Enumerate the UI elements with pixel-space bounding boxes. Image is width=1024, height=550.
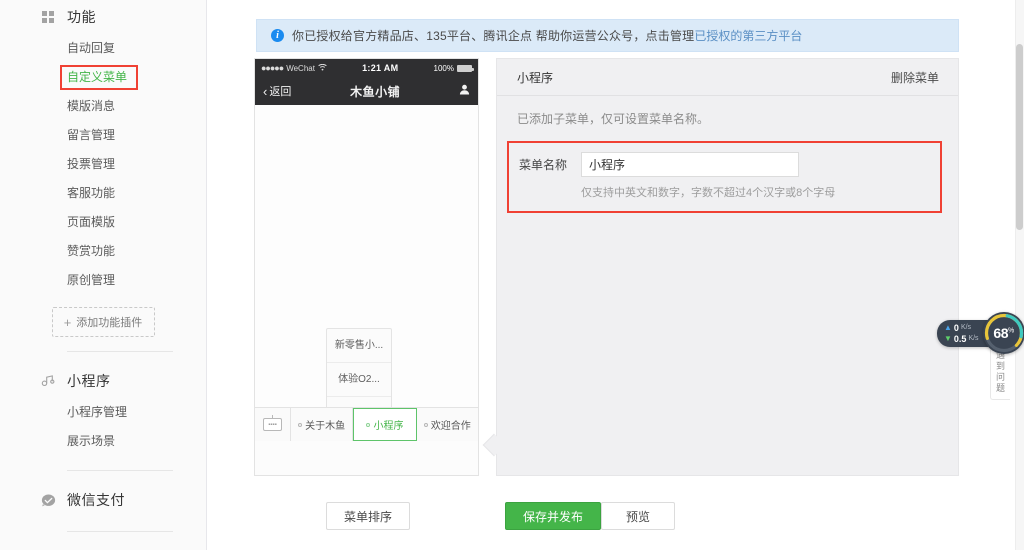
sidebar-item-reward[interactable]: 赞赏功能 bbox=[0, 237, 206, 266]
sort-menu-button[interactable]: 菜单排序 bbox=[326, 502, 411, 530]
menu-name-row: 菜单名称 bbox=[519, 152, 930, 177]
sidebar-item-original-management[interactable]: 原创管理 bbox=[0, 266, 206, 295]
sidebar-item-vote-management[interactable]: 投票管理 bbox=[0, 150, 206, 179]
plus-icon: + bbox=[63, 314, 72, 330]
phone-menu-label: 小程序 bbox=[373, 421, 404, 432]
sidebar-item-page-template[interactable]: 页面模版 bbox=[0, 208, 206, 237]
sidebar-group-label: 功能 bbox=[67, 9, 96, 25]
phone-menu-item-miniprogram[interactable]: 小程序 bbox=[353, 408, 417, 441]
status-time: 1:21 AM bbox=[362, 63, 399, 73]
sidebar-item-template-message[interactable]: 模版消息 bbox=[0, 92, 206, 121]
menu-dot-icon bbox=[366, 422, 371, 427]
submenu-item-2[interactable]: 体验O2... bbox=[327, 363, 391, 397]
menu-name-field-highlight: 菜单名称 仅支持中英文和数字，字数不超过4个汉字或8个字母 bbox=[507, 141, 942, 213]
contact-icon[interactable] bbox=[459, 84, 470, 98]
arrow-down-icon: ▼ bbox=[944, 334, 952, 343]
phone-menu-label: 关于木鱼 bbox=[305, 421, 346, 432]
sidebar-group-miniprogram: 小程序 小程序管理 展示场景 bbox=[0, 364, 206, 456]
cpu-usage-ring[interactable]: 68% bbox=[982, 312, 1024, 354]
panel-notch bbox=[482, 433, 506, 457]
submenu-item-1[interactable]: 新零售小... bbox=[327, 329, 391, 363]
wifi-icon bbox=[318, 63, 327, 73]
sidebar-divider-1 bbox=[67, 351, 173, 352]
grid-icon bbox=[40, 9, 56, 25]
page-scrollbar-thumb[interactable] bbox=[1016, 44, 1023, 230]
keyboard-keys: ▪▪▪▪ bbox=[268, 421, 277, 428]
network-speed-widget[interactable]: ▲ 0 K/s ▼ 0.5 K/s 68% bbox=[937, 312, 1024, 354]
phone-nav-bar: ‹ 返回 木鱼小铺 bbox=[255, 77, 478, 105]
menu-name-label: 菜单名称 bbox=[519, 158, 568, 172]
download-unit: K/s bbox=[968, 335, 979, 342]
phone-menu-item-about[interactable]: 关于木鱼 bbox=[291, 408, 354, 441]
sidebar-divider-3 bbox=[67, 531, 173, 532]
phone-status-bar: ●●●●● WeChat 1:21 AM 100% bbox=[255, 59, 478, 77]
status-left: ●●●●● WeChat bbox=[261, 63, 327, 73]
phone-preview: ●●●●● WeChat 1:21 AM 100% ‹ 返回 木鱼小铺 新零售小… bbox=[254, 58, 479, 476]
panel-title: 小程序 bbox=[517, 70, 554, 85]
download-value: 0.5 bbox=[953, 333, 967, 344]
add-plugin-label: 添加功能插件 bbox=[76, 317, 143, 329]
panel-hint: 已添加子菜单，仅可设置菜单名称。 bbox=[517, 112, 710, 126]
sidebar-item-miniprogram-management[interactable]: 小程序管理 bbox=[0, 398, 206, 427]
phone-body: 新零售小... 体验O2... + ▪▪▪▪ 关于木鱼 bbox=[255, 105, 478, 441]
feedback-char-2: 到 bbox=[995, 361, 1005, 371]
menu-dot-icon bbox=[298, 422, 303, 427]
keyboard-toggle[interactable]: ▪▪▪▪ bbox=[255, 408, 291, 441]
save-and-publish-button[interactable]: 保存并发布 bbox=[505, 502, 602, 530]
phone-menu-bar: ▪▪▪▪ 关于木鱼 小程序 欢迎合作 bbox=[255, 407, 478, 441]
phone-title: 木鱼小铺 bbox=[350, 84, 401, 99]
miniprogram-icon bbox=[40, 373, 56, 389]
preview-button[interactable]: 预览 bbox=[601, 502, 675, 530]
sidebar-item-auto-reply[interactable]: 自动回复 bbox=[0, 34, 206, 63]
battery-icon bbox=[456, 64, 474, 72]
sidebar-divider-2 bbox=[67, 470, 173, 471]
arrow-up-icon: ▲ bbox=[944, 323, 952, 332]
signal-dots-icon: ●●●●● bbox=[261, 63, 284, 73]
upload-speed-row: ▲ 0 K/s bbox=[944, 323, 979, 333]
phone-menu-item-cooperation[interactable]: 欢迎合作 bbox=[417, 408, 478, 441]
upload-value: 0 bbox=[953, 322, 959, 333]
sidebar-item-custom-menu[interactable]: 自定义菜单 bbox=[0, 63, 206, 92]
menu-dot-icon bbox=[423, 422, 428, 427]
sidebar-group-label: 小程序 bbox=[67, 373, 111, 389]
panel-header: 小程序 删除菜单 bbox=[497, 59, 958, 96]
upload-unit: K/s bbox=[960, 324, 972, 331]
sidebar-item-display-scenarios[interactable]: 展示场景 bbox=[0, 427, 206, 456]
sidebar-item-customer-service[interactable]: 客服功能 bbox=[0, 179, 206, 208]
status-right: 100% bbox=[433, 63, 474, 73]
feedback-char-4: 题 bbox=[995, 383, 1005, 393]
phone-menu-label: 欢迎合作 bbox=[430, 421, 471, 432]
add-plugin-button[interactable]: + 添加功能插件 bbox=[51, 307, 155, 337]
sidebar-group-header-features[interactable]: 功能 bbox=[0, 0, 206, 34]
sidebar-item-wechat-pay[interactable]: 微信支付 bbox=[0, 483, 206, 517]
phone-back-button[interactable]: ‹ 返回 bbox=[263, 83, 291, 99]
wechat-pay-icon bbox=[40, 492, 56, 508]
menu-name-help-text: 仅支持中英文和数字，字数不超过4个汉字或8个字母 bbox=[581, 187, 836, 199]
page-scrollbar-track[interactable] bbox=[1015, 0, 1024, 550]
authorization-notice-banner: i 你已授权给官方精品店、135平台、腾讯企点 帮助你运营公众号，点击管理 已授… bbox=[256, 19, 959, 52]
carrier-label: WeChat bbox=[286, 63, 315, 73]
delete-menu-button[interactable]: 删除菜单 bbox=[891, 69, 939, 86]
sidebar: 功能 自动回复 自定义菜单 模版消息 留言管理 投票管理 客服功能 页面模版 赞… bbox=[0, 0, 207, 550]
cpu-unit: % bbox=[1007, 327, 1014, 335]
keyboard-icon: ▪▪▪▪ bbox=[263, 415, 282, 431]
cpu-percent: 68% bbox=[993, 325, 1014, 341]
info-icon: i bbox=[271, 29, 284, 42]
main-content: i 你已授权给官方精品店、135平台、腾讯企点 帮助你运营公众号，点击管理 已授… bbox=[207, 0, 1017, 550]
feedback-char-3: 问 bbox=[995, 372, 1005, 382]
wechat-mp-page: 功能 自动回复 自定义菜单 模版消息 留言管理 投票管理 客服功能 页面模版 赞… bbox=[0, 0, 1024, 550]
sidebar-group-features: 功能 自动回复 自定义菜单 模版消息 留言管理 投票管理 客服功能 页面模版 赞… bbox=[0, 0, 206, 337]
phone-back-label: 返回 bbox=[269, 86, 292, 98]
sidebar-group-label: 微信支付 bbox=[67, 492, 125, 508]
menu-settings-panel: 小程序 删除菜单 已添加子菜单，仅可设置菜单名称。 菜单名称 仅支持中英文和数字… bbox=[482, 58, 959, 476]
battery-percent-label: 100% bbox=[433, 63, 454, 73]
notice-text: 你已授权给官方精品店、135平台、腾讯企点 帮助你运营公众号，点击管理 bbox=[292, 29, 695, 43]
sidebar-group-header-miniprogram[interactable]: 小程序 bbox=[0, 364, 206, 398]
download-speed-row: ▼ 0.5 K/s bbox=[944, 334, 979, 344]
sidebar-item-comment-management[interactable]: 留言管理 bbox=[0, 121, 206, 150]
sidebar-item-enterprise-wechat[interactable]: 企业微信 bbox=[0, 544, 206, 550]
menu-name-input[interactable] bbox=[581, 152, 799, 177]
notice-link[interactable]: 已授权的第三方平台 bbox=[694, 27, 802, 44]
chevron-left-icon: ‹ bbox=[263, 83, 268, 99]
